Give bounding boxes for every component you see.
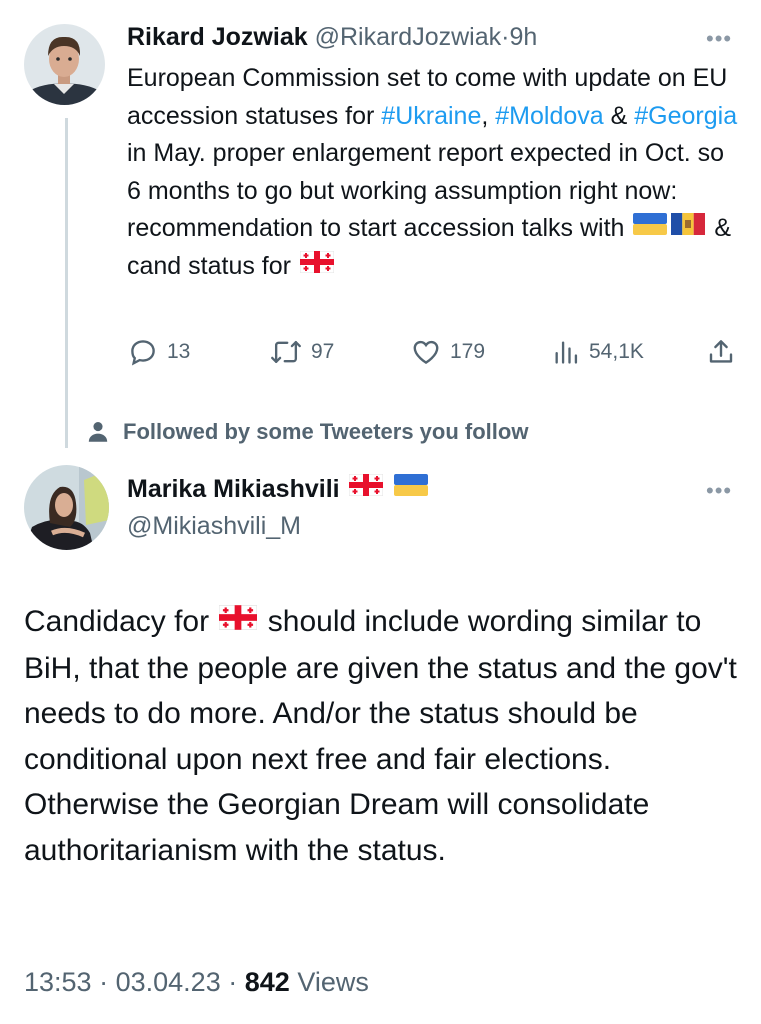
views-icon	[552, 337, 580, 367]
flag-georgia-icon	[348, 473, 384, 503]
tweet-text: Candidacy for	[24, 605, 218, 638]
thread-line	[65, 118, 68, 448]
tweet-date[interactable]: 03.04.23	[116, 967, 221, 997]
tweet2-header: Marika Mikiashvili	[127, 473, 430, 505]
flag-moldova-icon	[671, 209, 706, 247]
reply-button[interactable]: 13	[128, 336, 190, 368]
hashtag-georgia[interactable]: #Georgia	[634, 102, 737, 130]
text-separator: ,	[481, 101, 496, 130]
author-handle[interactable]: @Mikiashvili_M	[127, 512, 301, 541]
social-context: Followed by some Tweeters you follow	[85, 419, 528, 445]
views-count: 54,1K	[589, 340, 644, 363]
more-options-icon[interactable]: •••	[706, 26, 732, 52]
flag-ukraine-icon	[393, 473, 428, 503]
author-handle[interactable]: @RikardJozwiak	[315, 23, 502, 51]
author-name[interactable]: Marika Mikiashvili	[127, 475, 340, 503]
share-icon	[706, 337, 736, 367]
followed-by-text[interactable]: Followed by some Tweeters you follow	[123, 419, 528, 445]
avatar-rikard[interactable]	[24, 24, 105, 105]
views-label: Views	[297, 967, 369, 997]
tweet1-header: Rikard Jozwiak @RikardJozwiak·9h	[127, 22, 537, 52]
flag-georgia-icon	[218, 598, 258, 644]
like-button[interactable]: 179	[411, 336, 485, 368]
share-button[interactable]	[706, 336, 736, 368]
tweet1-text: European Commission set to come with upd…	[127, 60, 742, 286]
tweet-time[interactable]: 13:53	[24, 967, 92, 997]
hashtag-ukraine[interactable]: #Ukraine	[381, 102, 481, 130]
person-icon	[85, 419, 111, 445]
avatar-marika[interactable]	[24, 465, 109, 550]
like-icon	[411, 337, 441, 367]
flag-ukraine-icon	[633, 209, 668, 247]
tweet-metadata: 13:53 · 03.04.23 · 842 Views	[24, 967, 369, 998]
author-name[interactable]: Rikard Jozwiak	[127, 23, 308, 51]
tweet2-text: Candidacy for should include wording sim…	[24, 599, 739, 873]
tweet1-actions: 13 97 179 54,1K	[0, 336, 761, 368]
retweet-button[interactable]: 97	[270, 336, 334, 368]
tweet-text: should include wording similar to BiH, t…	[24, 605, 737, 867]
tweet-time[interactable]: 9h	[509, 23, 537, 51]
retweet-icon	[270, 337, 302, 367]
hashtag-moldova[interactable]: #Moldova	[495, 102, 603, 130]
view-count: 842	[244, 967, 290, 997]
retweet-count: 97	[311, 340, 335, 363]
flag-georgia-icon	[299, 247, 335, 285]
separator-dot: ·	[99, 967, 109, 997]
reply-count: 13	[167, 340, 191, 363]
text-separator: &	[603, 101, 635, 130]
views-button[interactable]: 54,1K	[552, 336, 644, 368]
like-count: 179	[450, 340, 486, 363]
more-options-icon[interactable]: •••	[706, 478, 732, 504]
separator-dot: ·	[228, 967, 238, 997]
reply-icon	[128, 337, 158, 367]
